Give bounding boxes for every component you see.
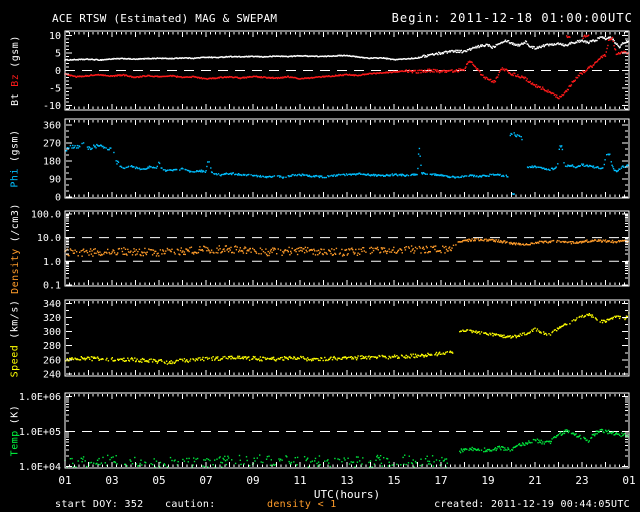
y-tick-label: 0 [55, 193, 61, 204]
series-phi [65, 132, 630, 195]
y-tick-label: 360 [43, 121, 61, 132]
series-density [64, 238, 629, 257]
y-tick-label: 5 [55, 49, 61, 60]
density-units-label: (/cm3) [9, 203, 21, 243]
y-axis-label-temp: Temp (K) [0, 393, 30, 468]
x-tick-label: 01 [622, 474, 635, 487]
y-axis-label-speed: Speed (km/s) [0, 299, 30, 377]
x-tick-label: 03 [105, 474, 118, 487]
temp-label: Temp [9, 430, 21, 457]
panel-frame [64, 299, 630, 377]
y-tick-label: 1.0 [43, 257, 61, 268]
phi-units-label: (gsm) [9, 129, 21, 163]
x-tick-label: 13 [340, 474, 353, 487]
x-tick-label: 01 [58, 474, 71, 487]
panel-mag: 10 5 0 -5 -10 [43, 30, 630, 112]
x-tick-label: 05 [152, 474, 165, 487]
x-tick-label: 23 [575, 474, 588, 487]
y-tick-label: 280 [43, 341, 61, 352]
temp-units-label: (K) [9, 404, 21, 425]
x-tick-label: 19 [481, 474, 494, 487]
x-tick-label: 15 [387, 474, 400, 487]
panel-phi: 360 270 180 90 0 [43, 118, 630, 204]
bt-label: Bt [9, 92, 21, 106]
phi-label: Phi [9, 168, 21, 188]
panel-speed: 340 320 300 280 260 240 [43, 299, 630, 380]
x-tick-label: 17 [434, 474, 447, 487]
panel-frame [64, 118, 630, 199]
y-tick-label: 240 [43, 369, 61, 380]
y-tick-label: -5 [49, 83, 61, 94]
y-tick-label: 10 [49, 31, 61, 42]
panel-temp: 1.0E+061.0E+051.0E+04 [19, 392, 630, 473]
x-tick-label: 21 [528, 474, 541, 487]
series-bz [64, 34, 630, 100]
bz-label: Bz [9, 73, 21, 87]
series-bt [64, 36, 630, 62]
mag-units-label: (gsm) [9, 35, 21, 68]
footer-caution-value: density < 1 [267, 499, 337, 510]
footer-caution-label: caution: [165, 499, 216, 510]
y-tick-label: -10 [43, 101, 61, 112]
y-axis-label-phi: Phi (gsm) [0, 119, 30, 198]
speed-units-label: (km/s) [9, 299, 21, 339]
speed-label: Speed [9, 344, 21, 377]
y-tick-label: 180 [43, 157, 61, 168]
density-label: Density [9, 248, 21, 294]
y-tick-label: 0.1 [43, 281, 61, 292]
y-tick-label: 270 [43, 139, 61, 150]
y-axis-label-mag: Bt Bz (gsm) [0, 31, 30, 110]
ace-rtsw-plot-screen: ACE RTSW (Estimated) MAG & SWEPAM Begin:… [0, 0, 640, 512]
y-tick-label: 0 [55, 66, 61, 77]
y-axis-label-density: Density (/cm3) [0, 203, 30, 294]
x-tick-label: 11 [293, 474, 306, 487]
y-tick-label: 320 [43, 313, 61, 324]
y-tick-label: 90 [49, 175, 61, 186]
footer-start-doy: start DOY: 352 [55, 499, 144, 510]
y-tick-label: 300 [43, 327, 61, 338]
y-tick-label: 260 [43, 355, 61, 366]
panel-frame [64, 210, 630, 287]
panel-density: 100.0 10.0 1.0 0.1 [31, 209, 630, 292]
panel-frame [64, 392, 630, 469]
x-tick-label: 07 [199, 474, 212, 487]
series-speed [65, 312, 630, 365]
y-tick-label: 100.0 [31, 209, 61, 220]
series-temp [64, 428, 630, 468]
y-tick-label: 340 [43, 299, 61, 310]
plot-svg: 1050-5-10360270180900100.010.01.00.13403… [19, 30, 636, 487]
footer-created-timestamp: created: 2011-12-19 00:44:05UTC [434, 499, 630, 510]
y-tick-label: 10.0 [37, 233, 61, 244]
x-tick-label: 09 [246, 474, 259, 487]
